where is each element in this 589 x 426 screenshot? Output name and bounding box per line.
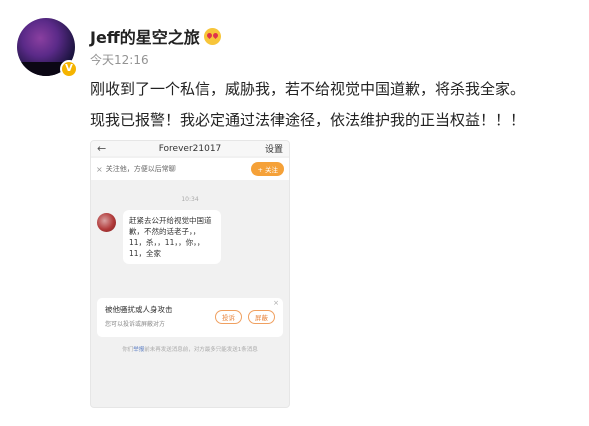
weibo-post: V Jeff的星空之旅 今天12:16 刚收到了一个私信，威胁我，若不给视觉中国… xyxy=(0,0,589,426)
follow-hint: 关注他，方便以后常聊 xyxy=(105,165,176,173)
heart-eyes-emoji-icon xyxy=(203,27,221,45)
post-text-line: 刚收到了一个私信，威胁我，若不给视觉中国道歉，将杀我全家。 xyxy=(90,80,526,98)
chat-footnote: 你们举报前未再发送消息前，对方最多只能发送1条消息 xyxy=(91,345,289,355)
harassment-alert: × 被他骚扰或人身攻击 您可以投诉或屏蔽对方 投诉 屏蔽 xyxy=(97,298,283,337)
chat-title: Forever21017 xyxy=(158,143,222,154)
verified-badge-icon: V xyxy=(60,60,78,78)
post-text-line: 现我已报警！我必定通过法律途径，依法维护我的正当权益！！！ xyxy=(90,111,526,129)
attached-screenshot[interactable]: ← Forever21017 设置 × 关注他，方便以后常聊 + 关注 10:3… xyxy=(90,140,290,408)
footnote-text: 前未再发送消息前，对方最多只能发送1条消息 xyxy=(144,347,258,353)
close-icon: × xyxy=(96,164,103,174)
block-button: 屏蔽 xyxy=(248,310,275,324)
post-time: 今天12:16 xyxy=(90,53,149,67)
follow-bar: × 关注他，方便以后常聊 + 关注 xyxy=(91,158,289,180)
username-row: Jeff的星空之旅 xyxy=(90,24,221,48)
username[interactable]: Jeff的星空之旅 xyxy=(90,24,200,48)
follow-button: + 关注 xyxy=(251,162,284,176)
chat-header: ← Forever21017 设置 xyxy=(91,141,289,156)
message-bubble: 赶紧去公开给视觉中国道歉，不然的话老子，，11，杀，，11，，你，，11，全家 xyxy=(123,210,221,264)
message-time: 10:34 xyxy=(181,196,199,203)
footnote-link: 举报 xyxy=(133,347,145,353)
footnote-text: 你们 xyxy=(122,347,134,353)
message-row: 赶紧去公开给视觉中国道歉，不然的话老子，，11，杀，，11，，你，，11，全家 xyxy=(91,210,289,280)
post-text: 刚收到了一个私信，威胁我，若不给视觉中国道歉，将杀我全家。 现我已报警！我必定通… xyxy=(90,74,585,136)
sender-avatar xyxy=(97,213,116,232)
report-button: 投诉 xyxy=(215,310,242,324)
close-icon: × xyxy=(273,299,279,307)
